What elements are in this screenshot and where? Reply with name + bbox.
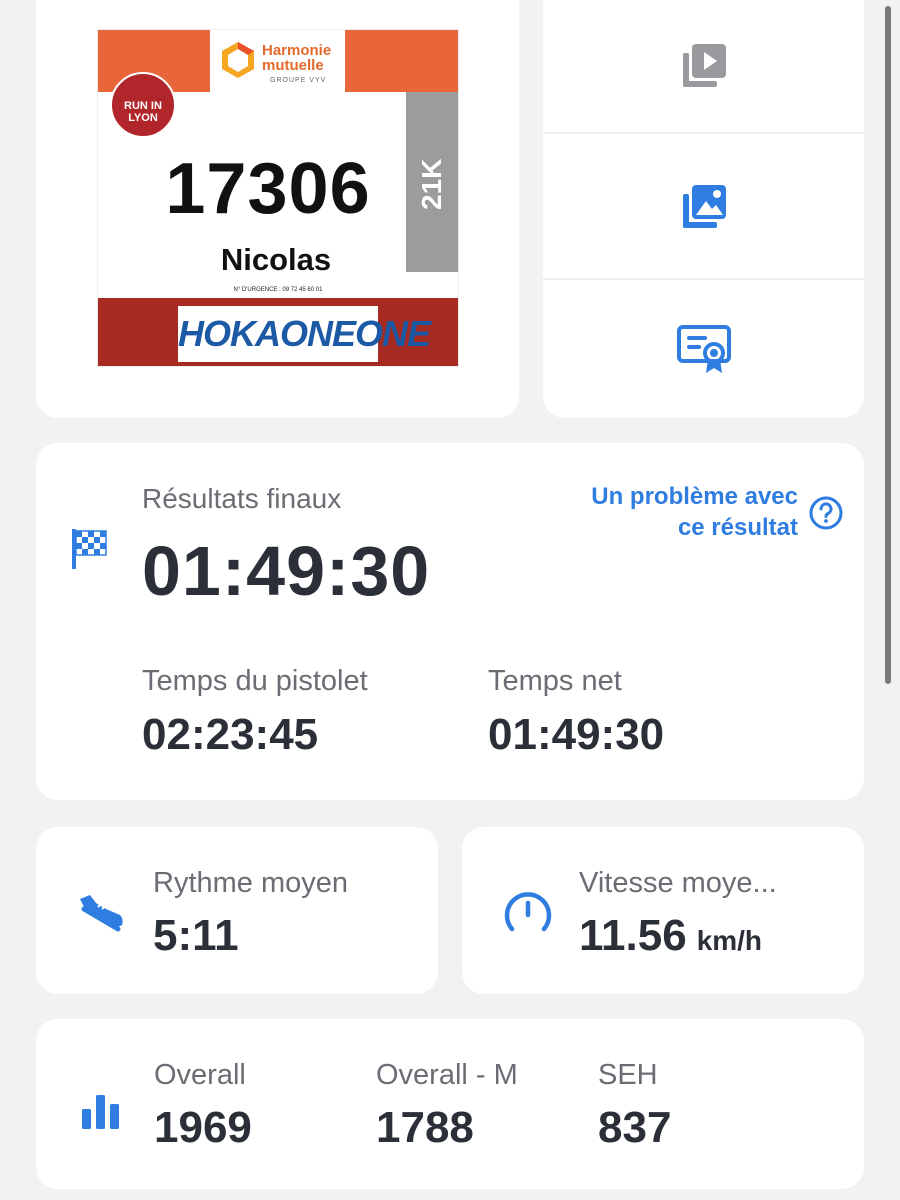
running-shoe-icon xyxy=(80,895,123,932)
sponsor-hexagon-icon xyxy=(222,42,254,78)
checkered-flag-icon xyxy=(72,529,107,569)
bottom-sponsor-logo: HOKAONEONE xyxy=(178,306,431,362)
speed-label: Vitesse moye... xyxy=(579,867,777,899)
results-card: Résultats finaux 01:49:30 Un problème av… xyxy=(36,443,864,800)
photo-library-icon xyxy=(682,184,726,228)
bib-card[interactable]: Harmonie mutuelle GROUPE VYV RUN IN LYON… xyxy=(36,0,519,418)
net-time-label: Temps net xyxy=(488,665,622,697)
pace-label: Rythme moyen xyxy=(153,867,349,899)
results-label: Résultats finaux xyxy=(142,483,342,514)
sponsor-group: GROUPE VYV xyxy=(270,77,327,84)
bar-chart-icon xyxy=(82,1095,119,1129)
speed-value: 11.56 xyxy=(579,911,687,960)
certificate-button[interactable] xyxy=(543,280,864,418)
net-time-value: 01:49:30 xyxy=(488,710,665,759)
speedometer-icon xyxy=(504,892,552,932)
speed-card: Vitesse moye... 11.56 km/h xyxy=(462,827,864,994)
scrollbar[interactable] xyxy=(885,6,891,684)
bib-emergency-number: N° D'URGENCE : 09 72 45 60 01 xyxy=(233,287,323,293)
help-icon[interactable] xyxy=(808,495,844,531)
report-problem-link[interactable]: Un problème avec ce résultat xyxy=(566,481,798,543)
speed-unit: km/h xyxy=(696,925,763,956)
overall-rank-value: 1969 xyxy=(154,1103,252,1152)
gun-time-value: 02:23:45 xyxy=(142,710,319,759)
gender-rank-value: 1788 xyxy=(376,1103,474,1152)
sponsor-logo: Harmonie mutuelle GROUPE VYV xyxy=(210,30,345,96)
speed-value-row: 11.56 km/h xyxy=(579,911,762,961)
bib-runner-name: Nicolas xyxy=(220,242,332,277)
final-time: 01:49:30 xyxy=(142,532,431,610)
overall-rank-label: Overall xyxy=(154,1059,246,1091)
bib-number: 17306 xyxy=(165,149,371,229)
race-bib-image: Harmonie mutuelle GROUPE VYV RUN IN LYON… xyxy=(98,30,458,366)
ranking-card: Overall 1969 Overall - M 1788 SEH 837 xyxy=(36,1019,864,1189)
certificate-icon xyxy=(676,325,731,373)
video-button[interactable] xyxy=(543,0,864,132)
photos-button[interactable] xyxy=(543,134,864,279)
pace-value: 5:11 xyxy=(153,911,239,960)
event-logo: RUN IN LYON xyxy=(110,72,176,138)
gender-rank-label: Overall - M xyxy=(376,1059,518,1091)
gun-time-label: Temps du pistolet xyxy=(142,665,368,697)
sponsor-name-line2: mutuelle xyxy=(262,57,324,74)
media-actions-card xyxy=(543,0,864,418)
pace-card: Rythme moyen 5:11 xyxy=(36,827,438,994)
category-rank-value: 837 xyxy=(598,1103,672,1152)
video-library-icon xyxy=(682,44,726,87)
category-rank-label: SEH xyxy=(598,1059,658,1091)
